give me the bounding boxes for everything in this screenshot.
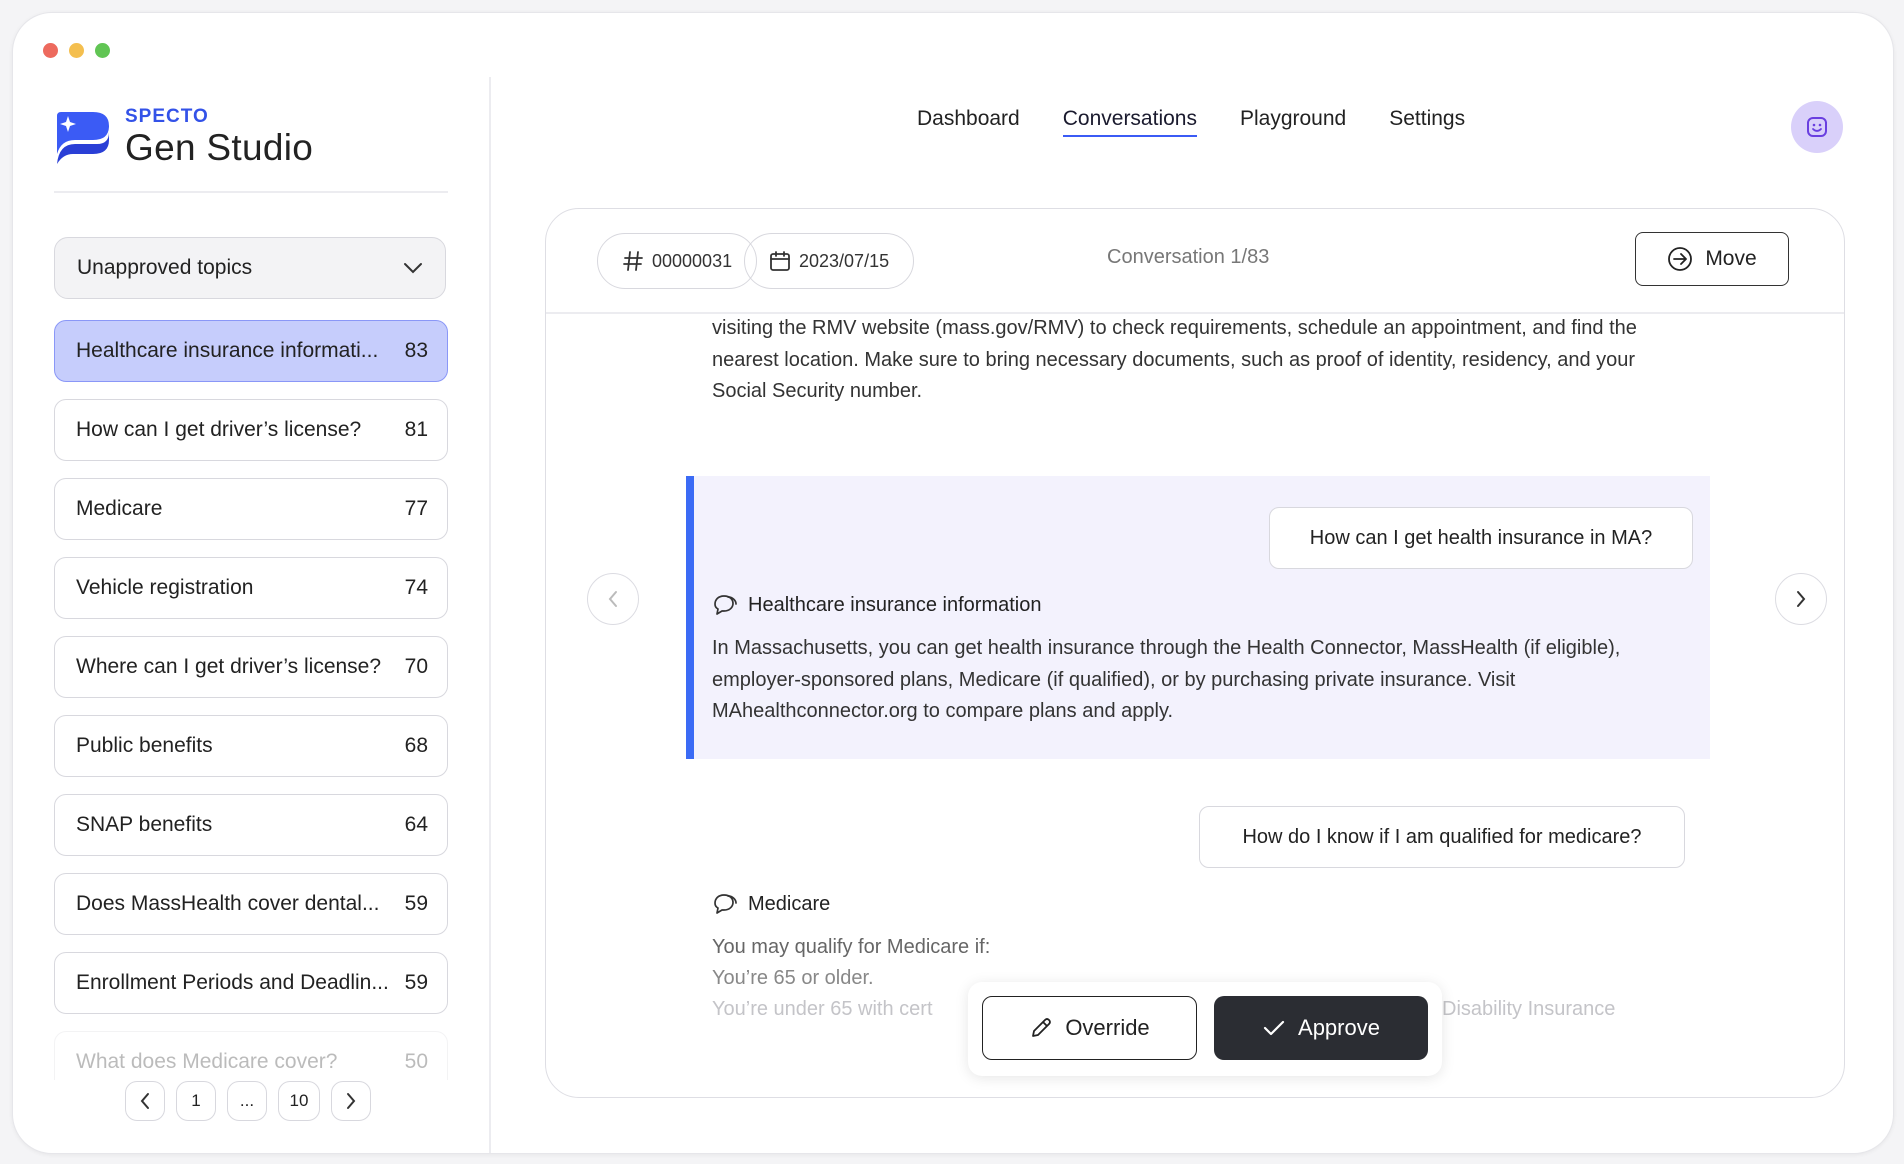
override-button[interactable]: Override <box>982 996 1197 1060</box>
topic-filter-label: Unapproved topics <box>77 256 253 279</box>
tab-dashboard[interactable]: Dashboard <box>917 107 1020 137</box>
prev-conversation-button[interactable] <box>587 573 639 625</box>
topic-item[interactable]: Vehicle registration 74 <box>54 557 448 619</box>
topic-count: 59 <box>404 971 428 994</box>
move-button[interactable]: Move <box>1635 232 1789 286</box>
brand-name: Gen Studio <box>125 127 314 168</box>
tab-playground[interactable]: Playground <box>1240 107 1346 137</box>
close-window-button[interactable] <box>43 43 58 58</box>
topic-item[interactable]: Medicare 77 <box>54 478 448 540</box>
topic-label: Vehicle registration <box>76 576 254 599</box>
next-page-button[interactable] <box>331 1081 371 1121</box>
response-topic: Healthcare insurance information <box>712 593 1042 617</box>
page-button[interactable]: 10 <box>278 1081 320 1121</box>
topic-count: 68 <box>404 734 428 757</box>
topic-item[interactable]: SNAP benefits 64 <box>54 794 448 856</box>
topic-label: Does MassHealth cover dental... <box>76 892 380 915</box>
response-topic-label: Medicare <box>748 892 831 915</box>
chevron-left-icon <box>608 591 617 607</box>
topic-filter-dropdown[interactable]: Unapproved topics <box>54 237 446 299</box>
topic-item[interactable]: What does Medicare cover? 50 <box>54 1031 448 1080</box>
conversation-body: visiting the RMV website (mass.gov/RMV) … <box>546 314 1844 1097</box>
chat-bubble-icon <box>714 595 737 615</box>
page-ellipsis[interactable]: ... <box>227 1081 267 1121</box>
topic-label: Where can I get driver’s license? <box>76 655 382 678</box>
chevron-right-icon <box>1797 591 1806 607</box>
user-question-bubble: How do I know if I am qualified for medi… <box>1199 806 1685 868</box>
topic-label: SNAP benefits <box>76 813 213 836</box>
maximize-window-button[interactable] <box>95 43 110 58</box>
pagination: 1 ... 10 <box>125 1081 371 1121</box>
response-text-line: Disability Insurance <box>1442 998 1616 1020</box>
smile-face-icon <box>1807 117 1827 137</box>
response-text: In Massachusetts, you can get health ins… <box>712 637 1621 722</box>
tab-conversations[interactable]: Conversations <box>1062 107 1197 137</box>
calendar-icon <box>770 251 790 271</box>
conversation-header: 00000031 2023/07/15 Conversation 1/83 Mo… <box>546 209 1844 314</box>
conversation-position: Conversation 1/83 <box>1107 246 1270 268</box>
conversation-date: 2023/07/15 <box>799 250 890 271</box>
response-topic-label: Healthcare insurance information <box>748 593 1042 616</box>
check-icon <box>1263 1020 1285 1036</box>
topic-label: Medicare <box>76 497 163 520</box>
selected-exchange: How can I get health insurance in MA? He… <box>686 476 1710 759</box>
minimize-window-button[interactable] <box>69 43 84 58</box>
prev-page-button[interactable] <box>125 1081 165 1121</box>
page-button[interactable]: 1 <box>176 1081 216 1121</box>
topic-label: How can I get driver’s license? <box>76 418 362 441</box>
topic-count: 64 <box>404 813 428 836</box>
conversation-date-pill: 2023/07/15 <box>744 233 915 289</box>
hash-icon <box>623 251 643 271</box>
review-action-bar: Override Approve <box>968 982 1442 1076</box>
override-button-label: Override <box>1065 1015 1150 1040</box>
topic-label: Healthcare insurance informati... <box>76 339 379 362</box>
move-button-label: Move <box>1705 247 1757 270</box>
conversation-id: 00000031 <box>652 250 733 271</box>
response-text-line: You’re 65 or older. <box>712 967 874 989</box>
topic-item[interactable]: Public benefits 68 <box>54 715 448 777</box>
chevron-left-icon <box>140 1093 149 1109</box>
tab-settings[interactable]: Settings <box>1389 107 1465 137</box>
user-question-bubble: How can I get health insurance in MA? <box>1269 507 1693 569</box>
window-controls <box>43 43 110 58</box>
chat-bubble-icon <box>714 894 737 914</box>
topic-label: Public benefits <box>76 734 213 757</box>
brand-small-text: SPECTO <box>125 106 209 127</box>
topic-label: What does Medicare cover? <box>76 1050 338 1073</box>
approve-button-label: Approve <box>1298 1015 1380 1040</box>
chevron-right-icon <box>347 1093 356 1109</box>
response-text-line: You’re under 65 with cert <box>712 998 933 1020</box>
response-topic: Medicare <box>712 892 830 916</box>
brand-logo: SPECTO Gen Studio <box>53 107 313 169</box>
topic-item[interactable]: Does MassHealth cover dental... 59 <box>54 873 448 935</box>
topic-count: 50 <box>404 1050 428 1073</box>
topic-list: Healthcare insurance informati... 83 How … <box>54 320 448 1080</box>
sidebar-divider <box>54 191 448 193</box>
next-conversation-button[interactable] <box>1775 573 1827 625</box>
top-nav: Dashboard Conversations Playground Setti… <box>917 107 1465 137</box>
topic-count: 59 <box>404 892 428 915</box>
specto-logo-icon <box>57 112 109 164</box>
conversation-id-pill: 00000031 <box>597 233 758 289</box>
topic-item[interactable]: Healthcare insurance informati... 83 <box>54 320 448 382</box>
arrow-right-circle-icon <box>1668 247 1693 271</box>
topic-item[interactable]: How can I get driver’s license? 81 <box>54 399 448 461</box>
topic-item[interactable]: Enrollment Periods and Deadlin... 59 <box>54 952 448 1014</box>
topic-count: 70 <box>404 655 428 678</box>
chevron-down-icon <box>404 263 422 274</box>
topic-count: 77 <box>404 497 428 520</box>
pencil-icon <box>1032 1018 1052 1037</box>
topic-item[interactable]: Where can I get driver’s license? 70 <box>54 636 448 698</box>
topic-count: 83 <box>404 339 428 362</box>
conversation-card: 00000031 2023/07/15 Conversation 1/83 Mo… <box>545 208 1845 1098</box>
topic-count: 81 <box>404 418 428 441</box>
topic-label: Enrollment Periods and Deadlin... <box>76 971 389 994</box>
previous-answer-text: visiting the RMV website (mass.gov/RMV) … <box>712 317 1637 402</box>
app-window: SPECTO Gen Studio Unapproved topics Heal… <box>12 12 1894 1154</box>
approve-button[interactable]: Approve <box>1214 996 1428 1060</box>
avatar[interactable] <box>1791 101 1843 153</box>
topic-count: 74 <box>404 576 428 599</box>
response-text-line: You may qualify for Medicare if: <box>712 936 991 958</box>
sidebar: SPECTO Gen Studio Unapproved topics Heal… <box>13 77 491 1153</box>
